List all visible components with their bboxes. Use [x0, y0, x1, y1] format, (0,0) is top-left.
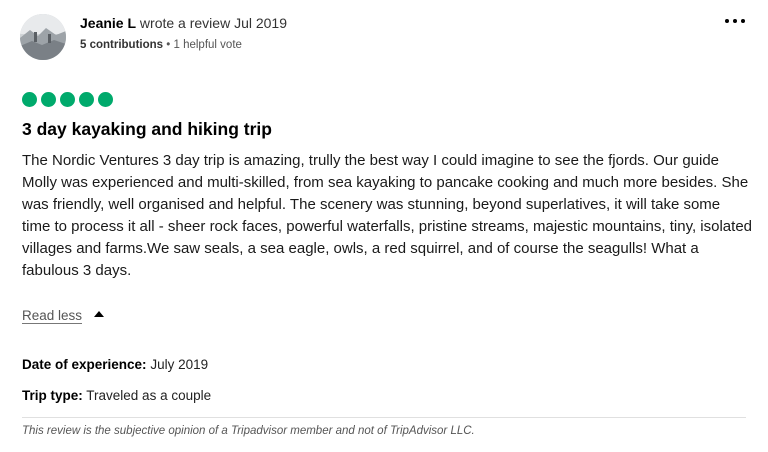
trip-type-value: Traveled as a couple: [86, 388, 212, 403]
review-card: Jeanie L wrote a review Jul 2019 5 contr…: [0, 0, 768, 452]
date-of-experience: Date of experience: July 2019: [22, 357, 208, 372]
review-disclaimer: This review is the subjective opinion of…: [22, 425, 475, 437]
rating-bubble-icon: [60, 92, 75, 107]
more-dot-icon: [741, 19, 745, 23]
avatar-photo-icon: [20, 14, 66, 60]
contributions-count: 5 contributions: [80, 39, 164, 51]
read-less-label: Read less: [22, 308, 83, 324]
review-header: Jeanie L wrote a review Jul 2019 5 contr…: [80, 14, 287, 53]
helpful-votes-count: 1 helpful vote: [173, 39, 242, 51]
more-options-button[interactable]: [722, 14, 748, 28]
divider: [22, 417, 746, 418]
review-action-text: wrote a review Jul 2019: [139, 15, 287, 31]
caret-up-icon: [93, 311, 104, 318]
bubble-rating: [22, 92, 113, 107]
date-of-experience-label: Date of experience:: [22, 357, 147, 372]
reviewer-name-link[interactable]: Jeanie L: [80, 15, 136, 31]
read-less-button[interactable]: Read less: [22, 308, 104, 324]
reviewer-stats: 5 contributions • 1 helpful vote: [80, 37, 287, 53]
more-dot-icon: [725, 19, 729, 23]
trip-type-label: Trip type:: [22, 388, 83, 403]
stats-separator: •: [166, 39, 171, 51]
rating-bubble-icon: [98, 92, 113, 107]
review-title[interactable]: 3 day kayaking and hiking trip: [22, 117, 272, 141]
date-of-experience-value: July 2019: [150, 357, 209, 372]
review-body-text: The Nordic Ventures 3 day trip is amazin…: [22, 152, 752, 279]
rating-bubble-icon: [41, 92, 56, 107]
trip-type: Trip type: Traveled as a couple: [22, 388, 211, 403]
rating-bubble-icon: [79, 92, 94, 107]
reviewer-line: Jeanie L wrote a review Jul 2019: [80, 14, 287, 32]
avatar[interactable]: [20, 14, 66, 60]
more-dot-icon: [733, 19, 737, 23]
rating-bubble-icon: [22, 92, 37, 107]
